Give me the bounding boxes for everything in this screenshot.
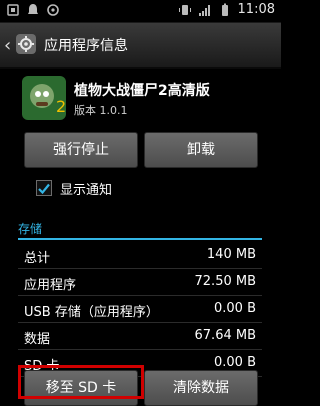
svg-text:2: 2 xyxy=(56,97,66,116)
vibrate-icon xyxy=(178,4,191,15)
status-icons-left xyxy=(6,3,60,17)
move-to-sd-button[interactable]: 移至 SD 卡 xyxy=(24,370,138,406)
storage-label: 总计 xyxy=(24,251,51,266)
show-notifications-label: 显示通知 xyxy=(60,182,113,198)
app-header: 2 植物大战僵尸2高清版 版本 1.0.1 xyxy=(22,74,262,124)
back-chevron-icon[interactable]: ‹ xyxy=(4,35,11,56)
storage-row-usb: USB 存储（应用程序） 0.00 B xyxy=(18,296,262,323)
storage-value: 0.00 B xyxy=(214,355,256,370)
app-icon: 2 xyxy=(22,76,66,120)
show-notifications-checkbox[interactable] xyxy=(36,180,52,196)
storage-value: 0.00 B xyxy=(214,301,256,316)
app-version: 版本 1.0.1 xyxy=(74,104,128,117)
force-stop-button[interactable]: 强行停止 xyxy=(24,132,138,168)
storage-value: 67.64 MB xyxy=(194,328,256,343)
title-bar: ‹ 应用程序信息 xyxy=(0,23,281,69)
clear-data-button[interactable]: 清除数据 xyxy=(144,370,258,406)
sim-card-icon xyxy=(7,4,19,16)
battery-icon xyxy=(221,3,228,16)
headset-icon xyxy=(47,4,59,16)
show-notifications-row[interactable]: 显示通知 xyxy=(36,178,112,198)
status-icons-right: 11:08 xyxy=(178,2,275,17)
storage-value: 72.50 MB xyxy=(194,274,256,289)
uninstall-button[interactable]: 卸载 xyxy=(144,132,258,168)
section-divider xyxy=(18,238,262,240)
notification-icon xyxy=(28,4,38,14)
status-bar: 11:08 xyxy=(0,0,281,23)
storage-section-title: 存储 xyxy=(18,222,43,236)
storage-list: 总计 140 MB 应用程序 72.50 MB USB 存储（应用程序） 0.0… xyxy=(18,242,262,377)
app-name: 植物大战僵尸2高清版 xyxy=(74,83,210,99)
settings-gear-icon[interactable] xyxy=(14,32,38,56)
storage-value: 140 MB xyxy=(206,247,256,262)
status-time: 11:08 xyxy=(237,2,275,17)
storage-row-app: 应用程序 72.50 MB xyxy=(18,269,262,296)
storage-label: 数据 xyxy=(24,332,51,347)
signal-3g-icon xyxy=(198,4,210,16)
page-title: 应用程序信息 xyxy=(44,38,128,54)
storage-row-total: 总计 140 MB xyxy=(18,242,262,269)
storage-label: USB 存储（应用程序） xyxy=(24,305,159,320)
checkmark-icon xyxy=(38,183,50,195)
storage-label: 应用程序 xyxy=(24,278,77,293)
storage-row-data: 数据 67.64 MB xyxy=(18,323,262,350)
